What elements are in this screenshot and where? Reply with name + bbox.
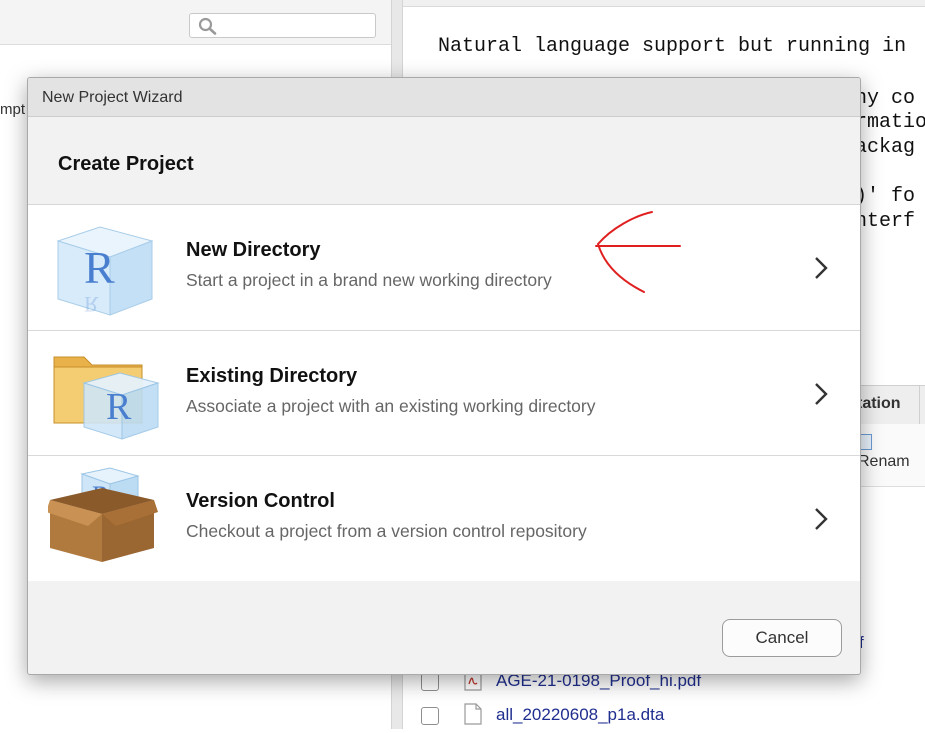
chevron-right-icon — [815, 508, 828, 530]
option-title: Existing Directory — [186, 365, 358, 387]
console-line: nterf — [855, 210, 916, 233]
dialog-title: New Project Wizard — [42, 89, 183, 106]
box-r-icon: R — [48, 467, 158, 562]
chevron-right-icon — [815, 257, 828, 279]
file-checkbox[interactable] — [421, 707, 439, 725]
file-name-link[interactable]: all_20220608_p1a.dta — [496, 705, 664, 725]
left-pane-text: mpt — [0, 101, 26, 118]
option-new-directory[interactable]: R R New Directory Start a project in a b… — [28, 205, 860, 330]
console-line: ackag — [855, 136, 916, 159]
project-type-list: R R New Directory Start a project in a b… — [28, 204, 860, 581]
svg-text:R: R — [84, 292, 99, 317]
svg-text:R: R — [84, 242, 115, 293]
rename-label: Renam — [858, 453, 910, 470]
r-cube-icon: R R — [56, 226, 154, 317]
option-description: Checkout a project from a version contro… — [186, 521, 587, 541]
tab-presentation[interactable]: tation — [857, 395, 901, 413]
dialog-titlebar[interactable]: New Project Wizard — [28, 78, 860, 117]
rename-button[interactable]: Renam — [858, 434, 925, 471]
search-input[interactable] — [189, 13, 376, 38]
console-line: Natural language support but running in — [438, 35, 907, 58]
left-pane-toolbar — [0, 0, 391, 45]
page-title: Create Project — [58, 153, 194, 175]
chevron-right-icon — [815, 383, 828, 405]
console-header — [403, 0, 925, 7]
svg-text:R: R — [106, 386, 132, 428]
option-title: New Directory — [186, 239, 321, 261]
tab-separator — [919, 386, 920, 424]
search-icon — [198, 17, 217, 35]
option-title: Version Control — [186, 490, 335, 512]
console-line: rmatio — [855, 111, 925, 134]
option-version-control[interactable]: R Version Control Checkout a project fro… — [28, 455, 860, 581]
file-row: all_20220608_p1a.dta — [403, 699, 925, 733]
option-existing-directory[interactable]: R Existing Directory Associate a project… — [28, 330, 860, 456]
console-line: ny co — [855, 87, 916, 110]
console-line: )' fo — [855, 185, 916, 208]
file-checkbox[interactable] — [421, 673, 439, 691]
new-project-wizard-dialog: New Project Wizard Create Project R R Ne… — [27, 77, 861, 675]
file-icon — [464, 703, 482, 725]
option-description: Associate a project with an existing wor… — [186, 396, 596, 416]
folder-r-icon: R — [53, 356, 160, 440]
option-description: Start a project in a brand new working d… — [186, 270, 552, 290]
cancel-button[interactable]: Cancel — [722, 619, 842, 657]
